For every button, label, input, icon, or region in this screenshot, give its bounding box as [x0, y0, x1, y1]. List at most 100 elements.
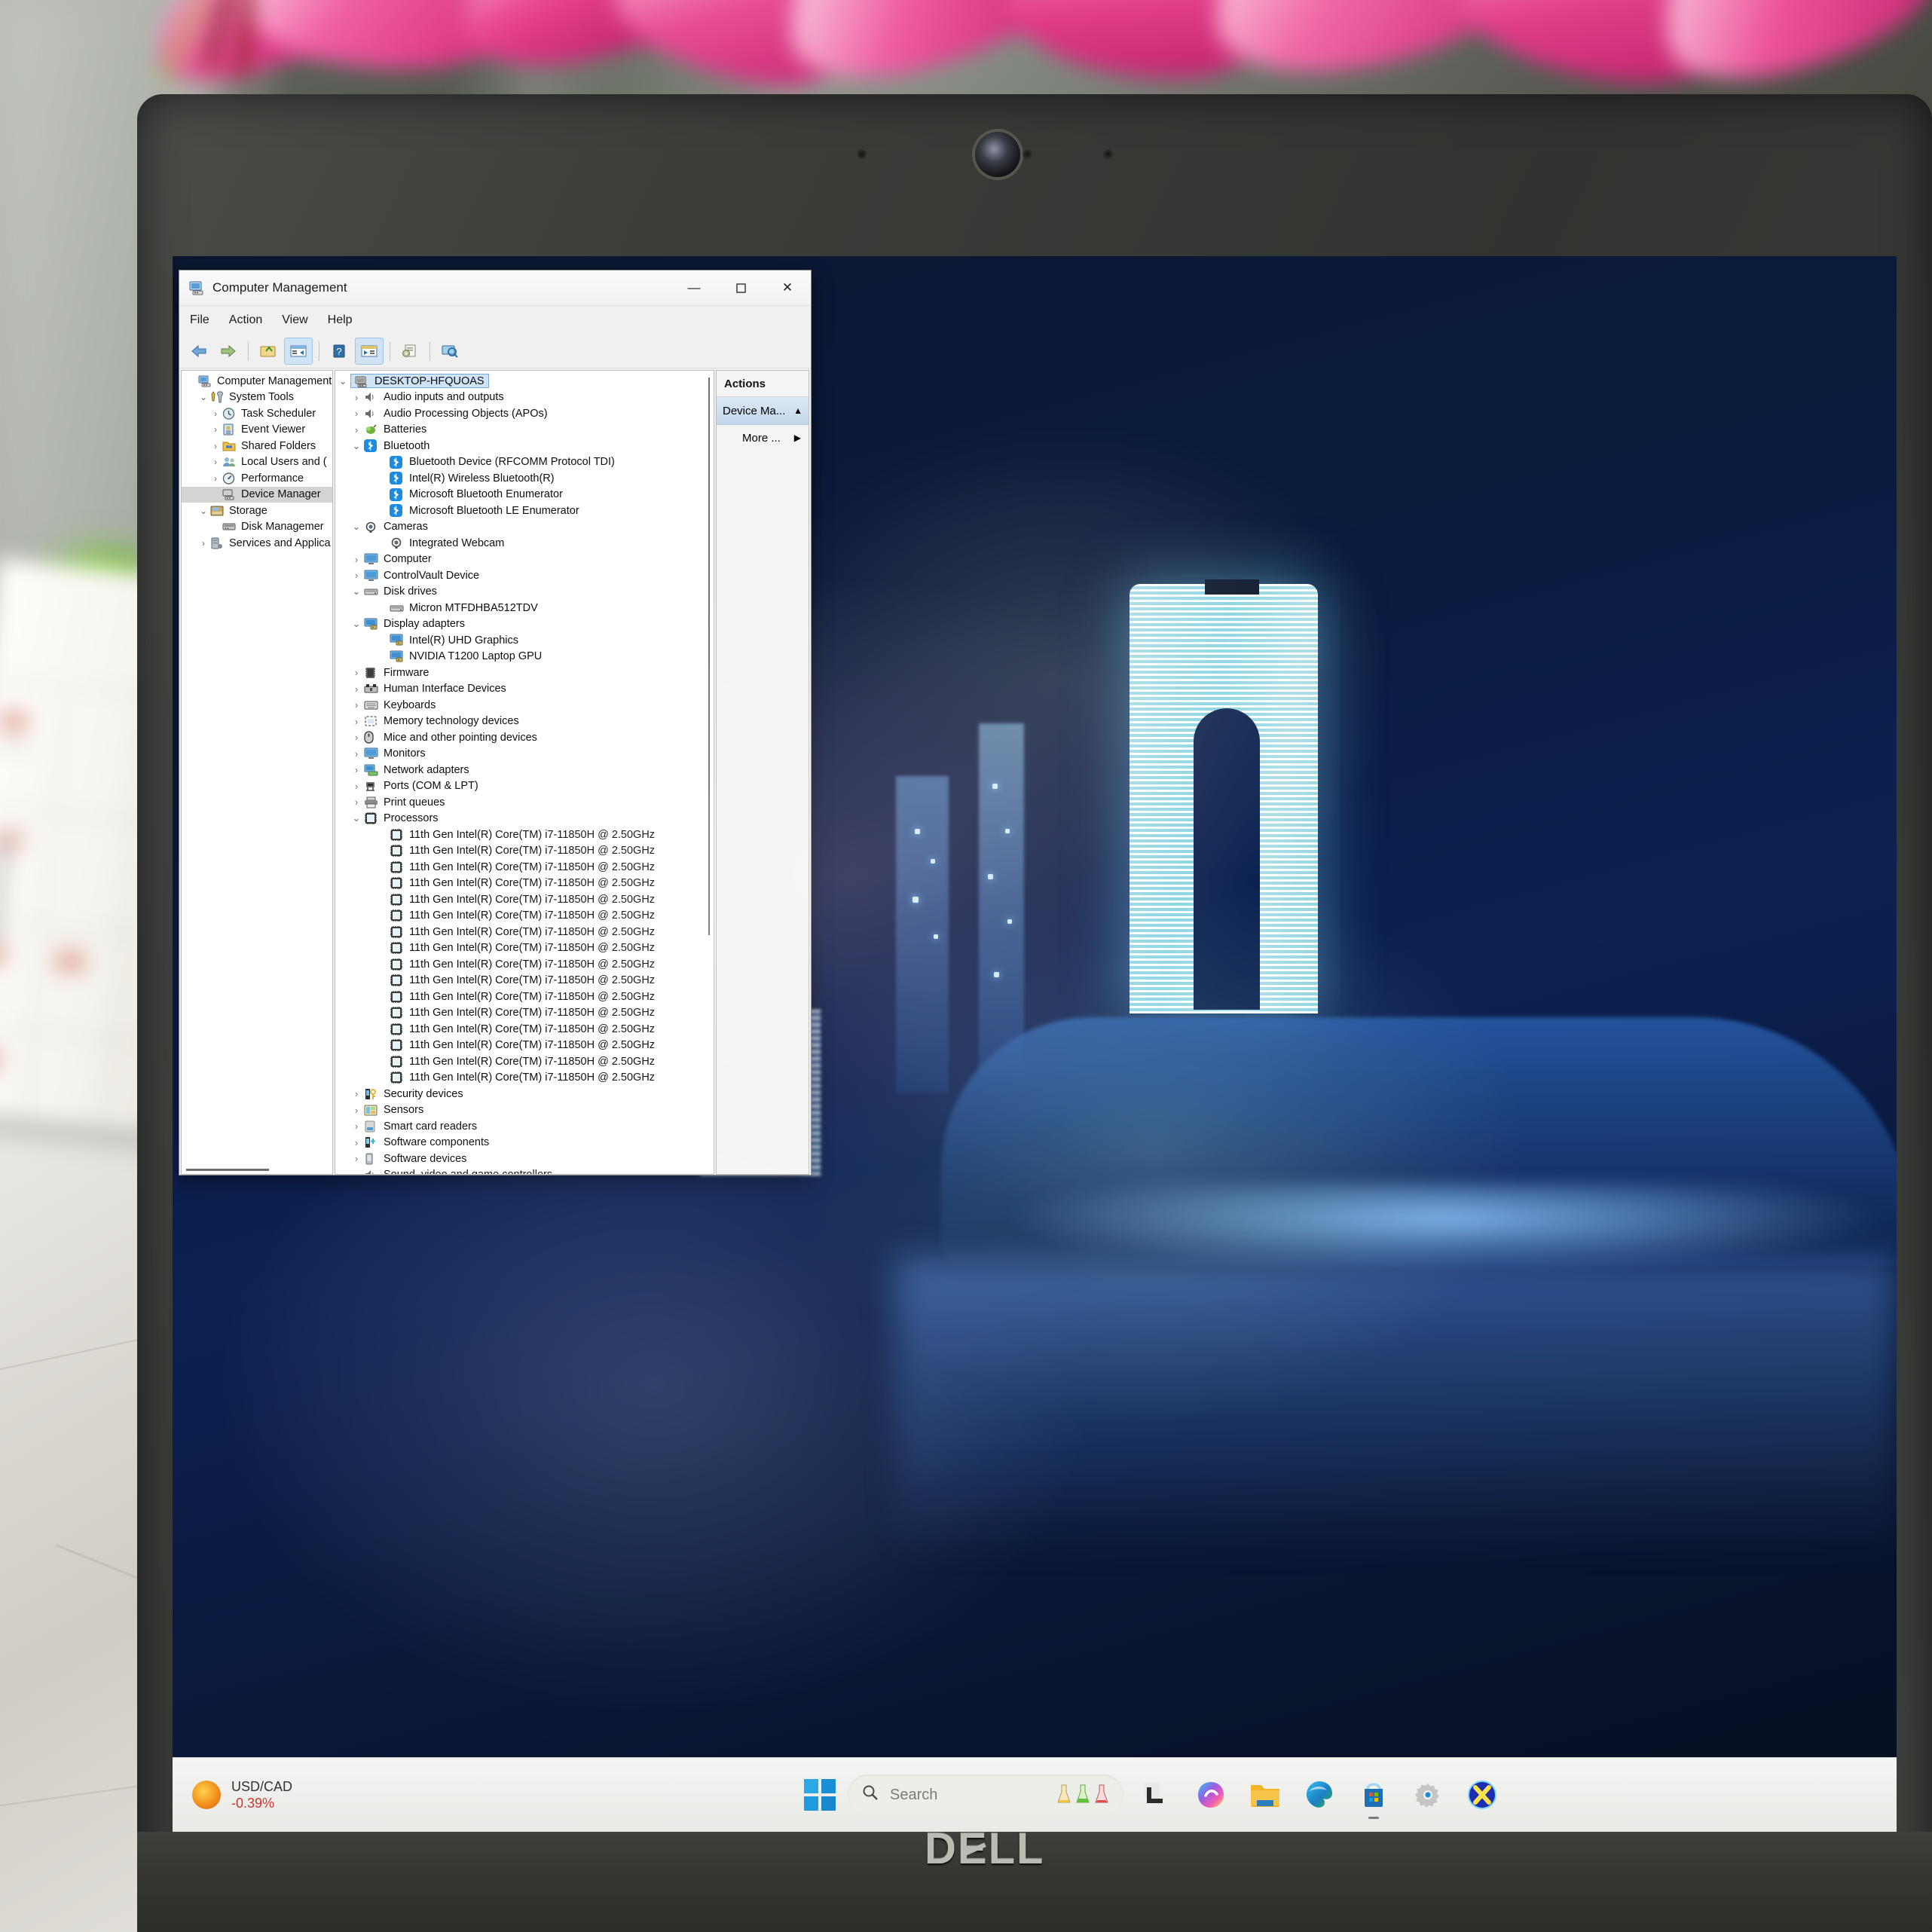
chevron-right-icon[interactable]: › [349, 683, 364, 695]
chevron-right-icon[interactable]: › [349, 570, 364, 581]
chevron-right-icon[interactable]: › [349, 796, 364, 808]
device-tree-root-selected[interactable]: DESKTOP-HFQUOAS [350, 374, 489, 389]
chevron-right-icon[interactable]: › [349, 1105, 364, 1116]
x-app-icon[interactable] [1461, 1774, 1503, 1816]
device-node[interactable]: Bluetooth Device (RFCOMM Protocol TDI) [335, 454, 714, 471]
device-node[interactable]: ⌄ Display adapters [335, 616, 714, 633]
toolbar[interactable]: ? [179, 335, 811, 368]
close-button[interactable]: ✕ [764, 271, 811, 305]
tree-item-disk-managemer[interactable]: Disk Managemer [182, 519, 332, 536]
chevron-down-icon[interactable]: ⌄ [349, 618, 364, 630]
tree-item-shared-folders[interactable]: › Shared Folders [182, 438, 332, 454]
chevron-up-icon[interactable]: ▲ [793, 405, 802, 416]
device-node[interactable]: ⌄ Processors [335, 811, 714, 827]
device-node[interactable]: › Software components [335, 1135, 714, 1151]
minimize-button[interactable]: — [671, 271, 717, 305]
menu-bar[interactable]: File Action View Help [179, 306, 811, 335]
taskbar-widget[interactable]: USD/CAD -0.39% [173, 1778, 441, 1812]
device-node[interactable]: › Audio inputs and outputs [335, 390, 714, 406]
device-node[interactable]: 11th Gen Intel(R) Core(TM) i7-11850H @ 2… [335, 989, 714, 1005]
chevron-down-icon[interactable]: ⌄ [197, 506, 210, 516]
actions-more-item[interactable]: More ... ▶ [717, 425, 809, 451]
device-node[interactable]: ⌄ Bluetooth [335, 438, 714, 454]
maximize-button[interactable] [717, 271, 764, 305]
taskbar-center[interactable]: Search [441, 1774, 1866, 1819]
tree-item-task-scheduler[interactable]: › Task Scheduler [182, 405, 332, 422]
device-node[interactable]: › Audio Processing Objects (APOs) [335, 405, 714, 422]
device-node[interactable]: › Software devices [335, 1151, 714, 1167]
device-node[interactable]: 11th Gen Intel(R) Core(TM) i7-11850H @ 2… [335, 908, 714, 925]
device-node[interactable]: › Human Interface Devices [335, 681, 714, 698]
properties-icon[interactable] [396, 338, 423, 364]
chevron-right-icon[interactable]: › [349, 764, 364, 775]
device-node[interactable]: › Ports (COM & LPT) [335, 778, 714, 795]
microsoft-store-icon[interactable] [1353, 1774, 1395, 1819]
chevron-down-icon[interactable]: ⌄ [197, 392, 210, 402]
device-node[interactable]: › Memory technology devices [335, 714, 714, 730]
device-node[interactable]: › Batteries [335, 422, 714, 439]
chevron-right-icon[interactable]: › [209, 473, 222, 484]
search-input[interactable]: Search [848, 1775, 1123, 1815]
device-node[interactable]: ⌄ Cameras [335, 519, 714, 536]
settings-icon[interactable] [1407, 1774, 1449, 1816]
show-hide-tree-icon[interactable] [284, 338, 313, 365]
device-node[interactable]: 11th Gen Intel(R) Core(TM) i7-11850H @ 2… [335, 843, 714, 860]
back-arrow-icon[interactable] [185, 338, 212, 364]
device-node[interactable]: 11th Gen Intel(R) Core(TM) i7-11850H @ 2… [335, 1005, 714, 1022]
chevron-right-icon[interactable]: › [209, 441, 222, 451]
chevron-right-icon[interactable]: › [349, 1088, 364, 1099]
chevron-down-icon[interactable]: ⌄ [349, 521, 364, 533]
copilot-icon[interactable] [1190, 1774, 1232, 1816]
menu-file[interactable]: File [190, 313, 209, 327]
tree-item-performance[interactable]: › Performance [182, 470, 332, 487]
windows-start-icon[interactable] [804, 1779, 836, 1811]
device-node[interactable]: NVIDIA T1200 Laptop GPU [335, 649, 714, 665]
chevron-right-icon[interactable]: › [349, 716, 364, 727]
device-node[interactable]: 11th Gen Intel(R) Core(TM) i7-11850H @ 2… [335, 859, 714, 876]
chevron-right-icon[interactable]: › [349, 1137, 364, 1148]
chevron-right-icon[interactable]: › [349, 392, 364, 403]
tree-item-event-viewer[interactable]: › Event Viewer [182, 422, 332, 439]
device-node[interactable]: 11th Gen Intel(R) Core(TM) i7-11850H @ 2… [335, 940, 714, 957]
computer-management-window[interactable]: Computer Management — ✕ File Action View… [179, 270, 812, 1175]
tree-item-device-manager[interactable]: Device Manager [182, 486, 332, 503]
device-node[interactable]: › Network adapters [335, 762, 714, 778]
show-action-pane-icon[interactable] [355, 338, 384, 365]
device-tree-root[interactable]: ⌄ DESKTOP-HFQUOAS [335, 373, 714, 390]
device-node[interactable]: 11th Gen Intel(R) Core(TM) i7-11850H @ 2… [335, 924, 714, 940]
chevron-right-icon[interactable]: › [209, 424, 222, 435]
device-node[interactable]: 11th Gen Intel(R) Core(TM) i7-11850H @ 2… [335, 973, 714, 989]
chevron-right-icon[interactable]: › [349, 554, 364, 565]
console-tree[interactable]: Computer Management ⌄ System Tools › Task Sc… [182, 371, 332, 552]
device-node[interactable]: 11th Gen Intel(R) Core(TM) i7-11850H @ 2… [335, 956, 714, 973]
chevron-right-icon[interactable]: › [349, 781, 364, 792]
chevron-right-icon[interactable]: › [349, 408, 364, 419]
device-node[interactable]: 11th Gen Intel(R) Core(TM) i7-11850H @ 2… [335, 876, 714, 892]
window-titlebar[interactable]: Computer Management — ✕ [179, 271, 811, 306]
windows-taskbar[interactable]: USD/CAD -0.39% Search [173, 1757, 1897, 1832]
file-explorer-icon[interactable] [1244, 1774, 1286, 1816]
horizontal-scrollbar[interactable] [186, 1169, 269, 1171]
device-node[interactable]: › Keyboards [335, 697, 714, 714]
chevron-right-icon[interactable]: › [349, 699, 364, 711]
chevron-right-icon[interactable]: › [209, 408, 222, 419]
forward-arrow-icon[interactable] [215, 338, 242, 364]
device-node[interactable]: Microsoft Bluetooth Enumerator [335, 487, 714, 503]
device-node[interactable]: › Firmware [335, 665, 714, 681]
device-node[interactable]: 11th Gen Intel(R) Core(TM) i7-11850H @ 2… [335, 827, 714, 843]
chevron-right-icon[interactable]: › [349, 732, 364, 743]
device-node[interactable]: › Sensors [335, 1102, 714, 1119]
device-node[interactable]: › Smart card readers [335, 1118, 714, 1135]
tree-item-services-and-applica[interactable]: › Services and Applica [182, 535, 332, 552]
device-node[interactable]: › ControlVault Device [335, 567, 714, 584]
scan-hardware-icon[interactable] [436, 338, 463, 364]
chevron-down-icon[interactable]: ⌄ [335, 375, 350, 387]
chevron-down-icon[interactable]: ⌄ [349, 585, 364, 598]
actions-pane[interactable]: Actions Device Ma... ▲ More ... ▶ [716, 370, 809, 1175]
menu-action[interactable]: Action [229, 313, 262, 327]
chevron-right-icon[interactable]: › [349, 1169, 364, 1174]
device-node[interactable]: › Monitors [335, 746, 714, 763]
device-node[interactable]: Integrated Webcam [335, 535, 714, 552]
help-icon[interactable]: ? [326, 338, 353, 364]
device-node[interactable]: 11th Gen Intel(R) Core(TM) i7-11850H @ 2… [335, 1021, 714, 1038]
